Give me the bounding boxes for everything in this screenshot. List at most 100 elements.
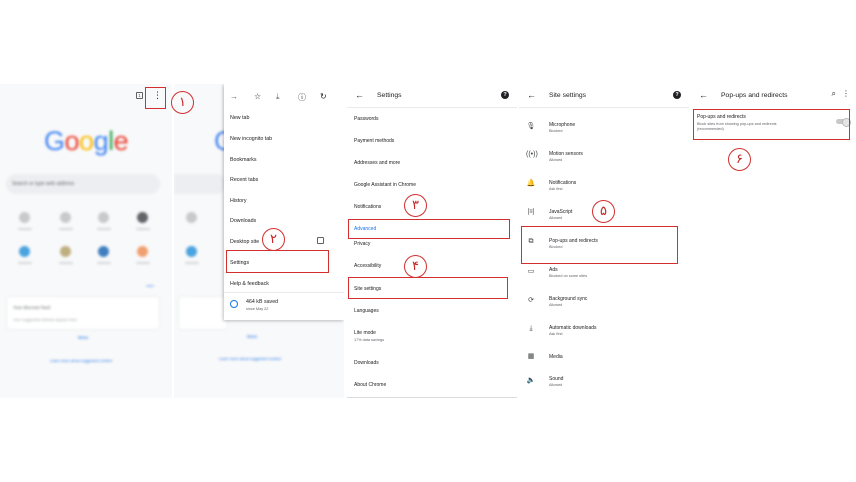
- overflow-menu: → ☆ ⤓ ⓘ ↻ New tab New incognito tab Book…: [224, 84, 344, 320]
- popups-app-bar: ← Pop-ups and redirects ⌕ ⋮: [691, 84, 856, 108]
- step-2-marker: ٢: [262, 228, 285, 251]
- feed-toggle-label[interactable]: [146, 285, 154, 287]
- menu-item-downloads[interactable]: Downloads: [230, 218, 256, 224]
- menu-item-new-tab[interactable]: New tab: [230, 115, 249, 121]
- search-input[interactable]: Search or type web address: [6, 174, 160, 194]
- search-input-fragment: [174, 174, 226, 194]
- shortcut-label: [185, 262, 199, 264]
- info-icon[interactable]: ⓘ: [298, 92, 306, 103]
- settings-item-languages[interactable]: Languages: [354, 308, 379, 314]
- help-icon[interactable]: ?: [673, 91, 681, 99]
- step-5-marker: ۵: [592, 200, 615, 223]
- learn-more-link[interactable]: Learn more about suggested content: [50, 359, 112, 363]
- site-setting-microphone[interactable]: Microphone: [549, 122, 575, 128]
- site-setting-motion-sensors[interactable]: Motion sensors: [549, 151, 583, 157]
- settings-item-payment-methods[interactable]: Payment methods: [354, 138, 394, 144]
- site-setting-media[interactable]: Media: [549, 354, 563, 360]
- back-arrow-icon[interactable]: ←: [355, 90, 364, 100]
- learn-more-link[interactable]: Learn more about suggested content: [219, 357, 281, 361]
- settings-item-google-assistant[interactable]: Google Assistant in Chrome: [354, 182, 416, 188]
- settings-item-passwords[interactable]: Passwords: [354, 116, 378, 122]
- shortcut-label: [97, 262, 111, 264]
- shortcut-tile[interactable]: [60, 246, 71, 257]
- chrome-menu-panel: G More Learn more about suggested conten…: [174, 84, 344, 398]
- site-setting-status: Ask first: [549, 187, 563, 191]
- site-setting-status: Ask first: [549, 332, 563, 336]
- site-setting-status: Allowed: [549, 383, 563, 387]
- settings-item-downloads[interactable]: Downloads: [354, 360, 379, 366]
- settings-item-notifications[interactable]: Notifications: [354, 204, 381, 210]
- shortcut-tile: [186, 212, 197, 223]
- menu-item-help-feedback[interactable]: Help & feedback: [230, 281, 269, 287]
- site-setting-notifications[interactable]: Notifications: [549, 180, 576, 186]
- data-saved-subtitle: since May 22: [246, 307, 269, 311]
- back-arrow-icon[interactable]: ←: [527, 90, 536, 100]
- desktop-site-checkbox[interactable]: [317, 237, 324, 244]
- more-link[interactable]: More: [78, 335, 88, 340]
- discover-card-title: Your discover feed: [13, 305, 51, 310]
- highlight-settings-item: [226, 250, 329, 273]
- shortcut-tile[interactable]: [60, 212, 71, 223]
- bottom-divider: [347, 397, 517, 398]
- highlight-popups-item: [521, 226, 678, 264]
- help-icon[interactable]: ?: [501, 91, 509, 99]
- settings-item-addresses[interactable]: Addresses and more: [354, 160, 400, 166]
- discover-card-subtitle: Your suggested articles appear here: [13, 317, 78, 322]
- more-link[interactable]: More: [247, 334, 257, 339]
- data-saved-title: 464 kB saved: [246, 299, 279, 305]
- ads-icon: ▭: [527, 268, 535, 275]
- menu-item-new-incognito-tab[interactable]: New incognito tab: [230, 136, 272, 142]
- code-icon: [≡]: [527, 209, 535, 215]
- reload-icon[interactable]: ↻: [320, 92, 327, 101]
- menu-item-desktop-site[interactable]: Desktop site: [230, 239, 259, 245]
- mic-icon: 🎙: [526, 123, 536, 130]
- highlight-menu-button: [145, 87, 166, 109]
- shortcut-tile[interactable]: [137, 212, 148, 223]
- speaker-icon: 🔈: [526, 377, 536, 384]
- page-title: Site settings: [549, 92, 587, 99]
- shortcut-tile[interactable]: [19, 212, 30, 223]
- tab-switcher-button[interactable]: 1: [136, 92, 143, 99]
- google-logo: Google: [44, 126, 129, 156]
- lite-mode-subtitle: 17% data savings: [354, 338, 384, 342]
- bookmark-star-icon[interactable]: ☆: [254, 92, 261, 101]
- discover-card: Your discover feed Your suggested articl…: [6, 296, 160, 330]
- site-setting-status: Allowed: [549, 216, 563, 220]
- google-home-panel: Google Search or type web address Your d…: [0, 84, 172, 398]
- settings-item-lite-mode[interactable]: Lite mode: [354, 330, 376, 336]
- settings-item-about-chrome[interactable]: About Chrome: [354, 382, 386, 388]
- shortcut-tile[interactable]: [98, 212, 109, 223]
- settings-item-accessibility[interactable]: Accessibility: [354, 263, 381, 269]
- site-setting-status: Blocked: [549, 129, 563, 133]
- search-icon[interactable]: ⌕: [832, 89, 836, 99]
- shortcut-tile[interactable]: [19, 246, 30, 257]
- shortcut-tile[interactable]: [137, 246, 148, 257]
- shortcut-tile[interactable]: [98, 246, 109, 257]
- step-3-marker: ٣: [404, 194, 427, 217]
- highlight-site-settings: [348, 277, 508, 299]
- bell-icon: 🔔: [526, 180, 536, 187]
- site-setting-sound[interactable]: Sound: [549, 376, 563, 382]
- page-title: Pop-ups and redirects: [721, 92, 788, 99]
- back-arrow-icon[interactable]: ←: [699, 90, 708, 100]
- menu-item-history[interactable]: History: [230, 198, 246, 204]
- shortcut-tile: [186, 246, 197, 257]
- motion-sensor-icon: ((•)): [526, 151, 538, 158]
- forward-icon[interactable]: →: [230, 92, 238, 101]
- menu-divider: [224, 292, 344, 293]
- media-icon: ▦: [527, 353, 535, 360]
- sync-icon: ⟳: [528, 297, 534, 304]
- menu-item-recent-tabs[interactable]: Recent tabs: [230, 177, 258, 183]
- site-setting-javascript[interactable]: JavaScript: [549, 209, 572, 215]
- download-icon[interactable]: ⤓: [276, 92, 280, 102]
- settings-item-privacy[interactable]: Privacy: [354, 241, 370, 247]
- site-setting-automatic-downloads[interactable]: Automatic downloads: [549, 325, 597, 331]
- highlight-advanced: [348, 219, 510, 239]
- site-setting-background-sync[interactable]: Background sync: [549, 296, 587, 302]
- site-setting-ads[interactable]: Ads: [549, 267, 558, 273]
- more-menu-icon[interactable]: ⋮: [842, 89, 850, 98]
- site-setting-status: Blocked on some sites: [549, 274, 587, 278]
- menu-item-bookmarks[interactable]: Bookmarks: [230, 157, 257, 163]
- shortcut-label: [59, 228, 73, 230]
- discover-card-fragment: [178, 296, 228, 330]
